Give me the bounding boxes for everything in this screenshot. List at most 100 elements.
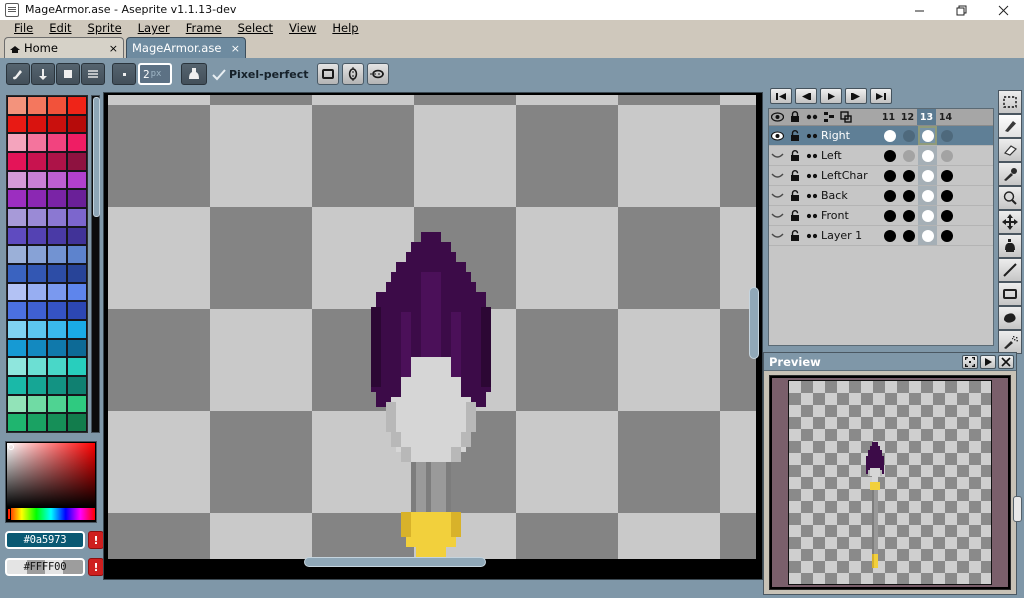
palette-swatch[interactable]	[67, 338, 87, 358]
menu-help[interactable]: Help	[324, 20, 366, 36]
padlock-icon[interactable]	[786, 126, 803, 145]
palette-swatch[interactable]	[47, 96, 67, 115]
palette-swatch[interactable]	[7, 226, 27, 246]
foreground-color-input[interactable]: #0a5973	[5, 531, 85, 549]
palette-swatch[interactable]	[7, 357, 27, 376]
palette-swatch[interactable]	[47, 207, 67, 227]
palette-swatch[interactable]	[47, 301, 67, 320]
palette-swatch[interactable]	[27, 338, 47, 358]
layer-name[interactable]: Back	[820, 189, 880, 202]
timeline-cel[interactable]	[937, 186, 956, 205]
palette-swatch[interactable]	[7, 245, 27, 264]
foreground-warning-icon[interactable]: !	[88, 531, 104, 549]
palette-swatch[interactable]	[47, 338, 67, 358]
minimize-icon[interactable]	[898, 0, 940, 20]
fit-screen-icon[interactable]	[962, 354, 978, 369]
frame-number[interactable]: 13	[917, 109, 936, 125]
timeline-cel[interactable]	[918, 186, 937, 205]
palette-swatch[interactable]	[7, 207, 27, 227]
palette-swatch[interactable]	[27, 245, 47, 264]
blob-tool[interactable]	[998, 306, 1022, 330]
palette-swatch[interactable]	[7, 189, 27, 208]
color-picker[interactable]	[5, 441, 97, 523]
table-row[interactable]: Layer 1	[769, 226, 993, 246]
palette-swatch[interactable]	[7, 338, 27, 358]
link-icon[interactable]	[803, 166, 820, 185]
palette-scrollbar[interactable]	[91, 95, 100, 433]
eraser-tool[interactable]	[998, 138, 1022, 162]
timeline-cel[interactable]	[880, 126, 899, 145]
saturation-value-area[interactable]	[7, 443, 95, 507]
palette-swatch[interactable]	[67, 133, 87, 152]
frames-icon[interactable]	[837, 109, 854, 125]
palette-swatch[interactable]	[7, 133, 27, 152]
palette-swatch[interactable]	[67, 207, 87, 227]
preview-viewport[interactable]	[769, 375, 1022, 590]
timeline-cel[interactable]	[918, 166, 937, 185]
palette-swatch[interactable]	[7, 413, 27, 432]
eye-closed-icon[interactable]	[769, 226, 786, 245]
move-arrows-tool[interactable]	[998, 210, 1022, 234]
timeline-cel[interactable]	[899, 206, 918, 225]
palette-swatch[interactable]	[67, 245, 87, 264]
timeline-cel[interactable]	[880, 186, 899, 205]
goto-last-frame-button[interactable]	[870, 88, 892, 104]
frame-number[interactable]: 14	[936, 109, 955, 125]
layer-name[interactable]: Left	[820, 149, 880, 162]
timeline-cel[interactable]	[899, 226, 918, 245]
link-icon[interactable]	[803, 206, 820, 225]
palette-swatch[interactable]	[67, 226, 87, 246]
layer-name[interactable]: LeftChar	[820, 169, 880, 182]
padlock-icon[interactable]	[786, 166, 803, 185]
timeline-cel[interactable]	[937, 126, 956, 145]
menu-sprite[interactable]: Sprite	[80, 20, 130, 36]
palette-swatch[interactable]	[27, 207, 47, 227]
padlock-icon[interactable]	[786, 146, 803, 165]
symmetry-horizontal-button[interactable]	[367, 63, 389, 85]
close-icon[interactable]	[982, 0, 1024, 20]
onion-skin-icon[interactable]	[820, 109, 837, 125]
timeline-cel[interactable]	[880, 226, 899, 245]
palette-swatch[interactable]	[27, 189, 47, 208]
palette-swatch[interactable]	[27, 375, 47, 395]
brush-square-button[interactable]	[56, 63, 80, 85]
palette-swatch[interactable]	[67, 282, 87, 302]
timeline-cel[interactable]	[899, 146, 918, 165]
brush-preset-button[interactable]	[6, 63, 30, 85]
link-icon[interactable]	[803, 226, 820, 245]
goto-first-frame-button[interactable]	[770, 88, 792, 104]
eye-closed-icon[interactable]	[769, 146, 786, 165]
timeline-grid[interactable]: 11 12 13 14 Right Left LeftChar Back Front Layer…	[768, 108, 994, 346]
layer-name[interactable]: Right	[820, 129, 880, 142]
timeline-cel[interactable]	[899, 126, 918, 145]
tab-home[interactable]: Home ×	[4, 37, 124, 58]
brush-dot-button[interactable]	[112, 63, 136, 85]
timeline-cel[interactable]	[880, 206, 899, 225]
palette-swatch[interactable]	[47, 319, 67, 339]
menu-file[interactable]: File	[6, 20, 41, 36]
table-row[interactable]: Front	[769, 206, 993, 226]
palette-swatch[interactable]	[7, 301, 27, 320]
palette-swatch[interactable]	[27, 170, 47, 190]
pixel-perfect-label[interactable]: Pixel-perfect	[229, 68, 309, 81]
palette-swatch[interactable]	[47, 226, 67, 246]
table-row[interactable]: Right	[769, 126, 993, 146]
timeline-cel[interactable]	[880, 166, 899, 185]
magnifier-tool[interactable]	[998, 186, 1022, 210]
palette-swatch[interactable]	[47, 357, 67, 376]
hue-slider[interactable]	[7, 508, 95, 520]
palette-swatch[interactable]	[7, 151, 27, 171]
color-palette[interactable]	[6, 95, 88, 433]
eye-closed-icon[interactable]	[769, 206, 786, 225]
tab-magearmor[interactable]: MageArmor.ase ×	[126, 37, 246, 58]
palette-swatch[interactable]	[27, 319, 47, 339]
palette-swatch[interactable]	[67, 394, 87, 414]
timeline-cel[interactable]	[918, 206, 937, 225]
background-color-input[interactable]: #FFFF00	[5, 558, 85, 576]
timeline-cel[interactable]	[899, 186, 918, 205]
palette-swatch[interactable]	[67, 151, 87, 171]
canvas-v-scrollbar-thumb[interactable]	[749, 287, 759, 359]
eye-icon[interactable]	[769, 126, 786, 145]
palette-swatch[interactable]	[27, 282, 47, 302]
marquee-tool[interactable]	[998, 90, 1022, 114]
